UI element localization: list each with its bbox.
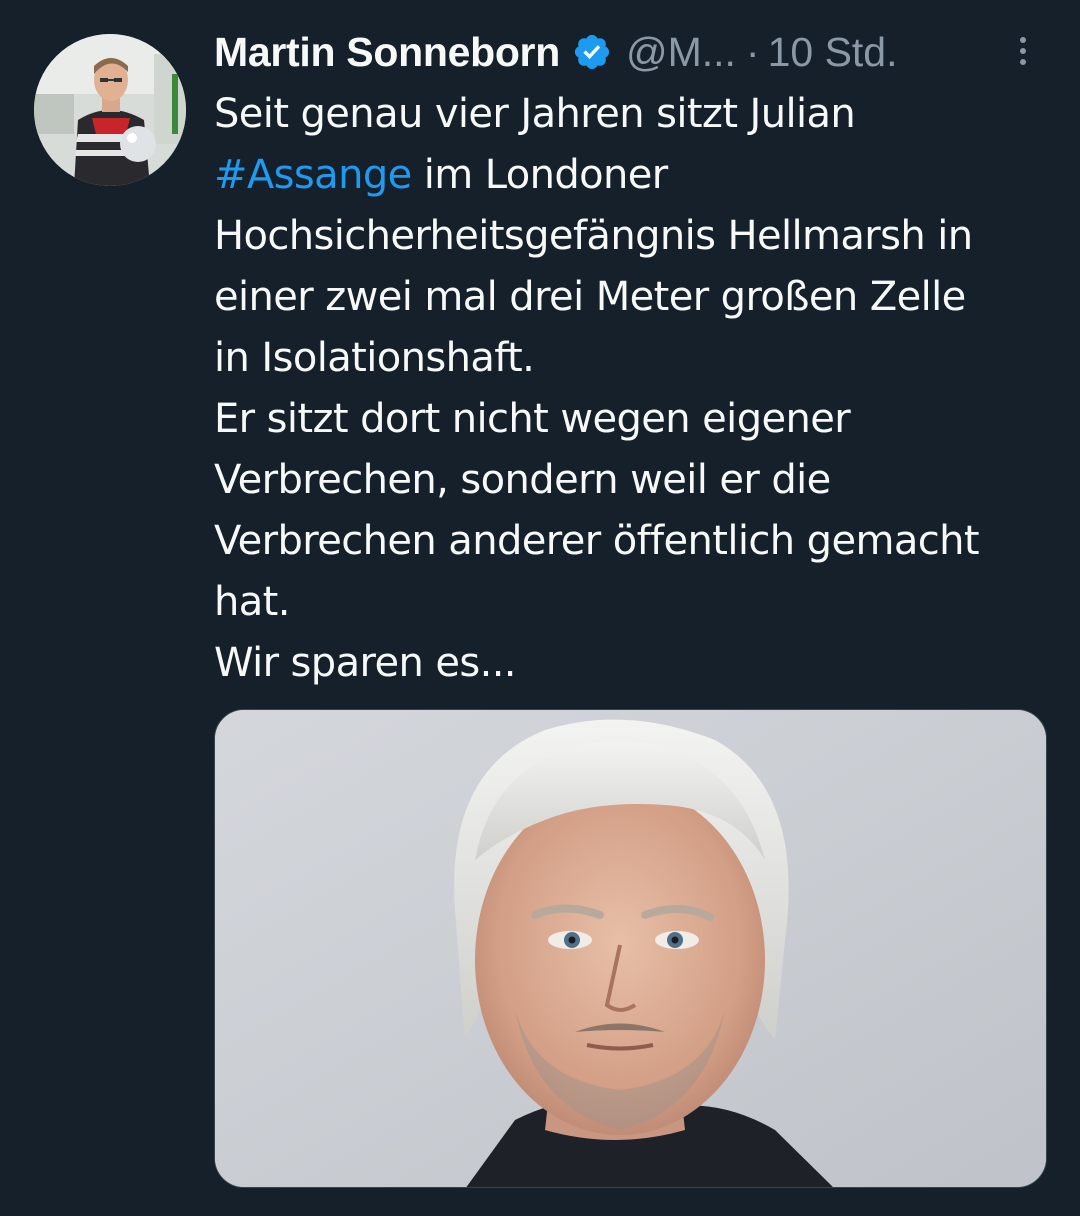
author-handle[interactable]: @M... xyxy=(626,29,736,76)
hashtag-link[interactable]: #Assange xyxy=(214,152,412,198)
separator-dot: · xyxy=(745,28,760,75)
tweet-text-line: in Isolationshaft. xyxy=(214,335,535,381)
tweet-text-line: Verbrechen anderer öffentlich gemacht xyxy=(214,518,980,564)
tweet-text-line: Er sitzt dort nicht wegen eigener xyxy=(214,396,851,442)
verified-badge-icon xyxy=(572,32,612,72)
author-avatar[interactable] xyxy=(34,34,186,186)
more-vertical-icon[interactable] xyxy=(1010,32,1036,72)
tweet-timestamp[interactable]: 10 Std. xyxy=(768,29,898,76)
tweet-text-line: Hochsicherheitsgefängnis Hellmarsh in xyxy=(214,213,973,259)
tweet-text-fragment: im Londoner xyxy=(423,152,668,198)
tweet-text-line: Wir sparen es... xyxy=(214,640,517,686)
author-display-name[interactable]: Martin Sonneborn xyxy=(214,29,560,76)
tweet-text-line: Verbrechen, sondern weil er die xyxy=(214,457,831,503)
tweet-header: Martin Sonneborn @M... · 10 Std. xyxy=(214,22,1050,82)
tweet-text-line: #Assange im Londoner xyxy=(214,145,1054,206)
tweet[interactable]: Martin Sonneborn @M... · 10 Std. Seit ge… xyxy=(0,0,1080,1216)
tweet-text-line: Seit genau vier Jahren sitzt Julian xyxy=(214,91,856,137)
tweet-media-image[interactable] xyxy=(214,709,1047,1188)
tweet-text-line: einer zwei mal drei Meter großen Zelle xyxy=(214,274,966,320)
tweet-text-line: hat. xyxy=(214,579,290,625)
tweet-text: Seit genau vier Jahren sitzt Julian #Ass… xyxy=(214,84,1054,694)
